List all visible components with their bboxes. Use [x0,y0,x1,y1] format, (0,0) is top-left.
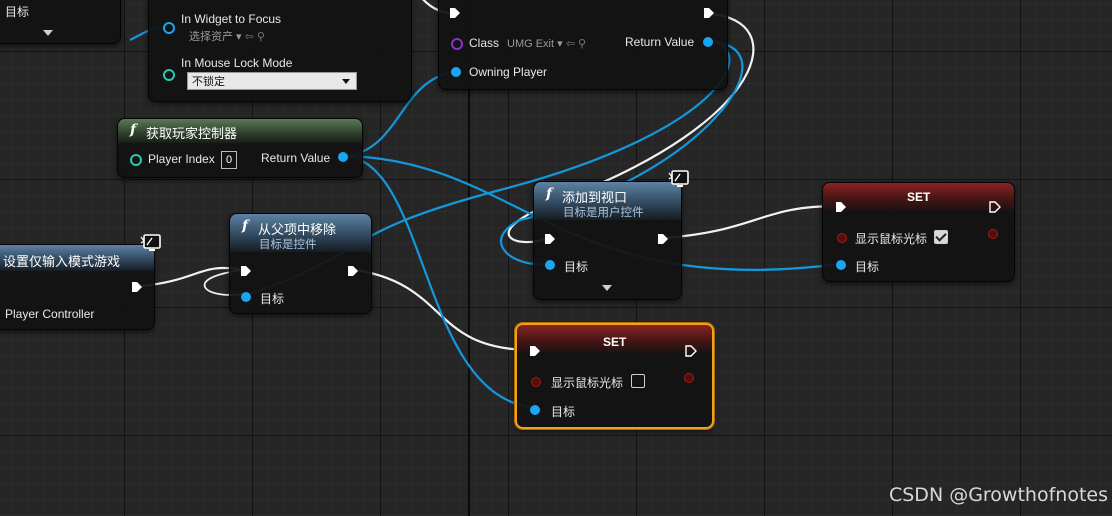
player-controller-label: Player Controller [5,307,95,321]
node-subtitle: 目标是控件 [259,239,317,251]
show-cursor-checkbox[interactable] [631,374,645,388]
search-icon[interactable]: ⚲ [257,31,265,43]
return-value-pin[interactable] [703,37,713,47]
return-value-label: Return Value [625,35,695,49]
return-value-pin[interactable] [338,152,348,162]
exec-in-pin[interactable] [529,345,541,357]
in-widget-to-focus-pin[interactable] [163,22,175,34]
player-index-label: Player Index [148,152,215,166]
exec-out-pin[interactable] [657,233,669,245]
class-label: Class [469,36,500,50]
arrow-left-icon[interactable]: ⇦ [245,31,254,43]
asset-picker[interactable]: 选择资产 ▾ ⇦ ⚲ [189,28,265,44]
function-icon: f [242,218,249,234]
top-left-node[interactable]: 目标 [0,0,121,44]
show-cursor-out-pin[interactable] [684,373,694,383]
arrow-left-icon[interactable]: ⇦ [566,38,575,50]
exec-in-pin[interactable] [449,7,461,19]
in-widget-to-focus-label: In Widget to Focus [181,12,282,26]
show-cursor-in-pin[interactable] [531,377,541,387]
target-label: 目标 [855,260,880,274]
set-input-mode-game-node[interactable]: 设置仅输入模式游戏 Player Controller [0,244,155,330]
exec-in-pin[interactable] [544,233,556,245]
obj-wire-controller-to-set-bottom [345,154,538,410]
create-widget-node[interactable]: Class UMG Exit ▾ ⇦ ⚲ Return Value Owning… [438,0,728,90]
latent-screen-icon [668,170,689,187]
function-icon: f [130,122,137,138]
show-cursor-label: 显示鼠标光标 [551,376,624,390]
add-to-viewport-node[interactable]: f 添加到视口 目标是用户控件 目标 [533,181,682,300]
mouse-lock-mode-dropdown[interactable]: 不锁定 [187,72,357,90]
exec-wire-add-to-set-top [664,204,839,240]
function-icon: f [546,186,553,202]
node-title: 设置仅输入模式游戏 [3,254,121,269]
node-title: 获取玩家控制器 [146,126,238,141]
remove-from-parent-node[interactable]: f 从父项中移除 目标是控件 目标 [229,213,372,314]
watermark: CSDN @Growthofnotes [888,484,1108,506]
set-show-cursor-node-top[interactable]: SET 显示鼠标光标 目标 [822,182,1015,282]
show-cursor-out-pin[interactable] [988,229,998,239]
node-subtitle: 目标是用户控件 [563,207,644,219]
get-player-controller-node[interactable]: f 获取玩家控制器 Player Index 0 Return Value [117,118,363,178]
player-index-pin[interactable] [130,154,142,166]
show-cursor-checkbox[interactable] [934,230,948,244]
target-pin[interactable] [836,260,846,270]
chevron-down-icon [342,79,350,84]
exec-out-pin[interactable] [703,7,715,19]
latent-screen-icon [140,234,161,251]
target-label: 目标 [260,292,285,306]
class-picker[interactable]: UMG Exit ▾ ⇦ ⚲ [507,37,586,50]
in-mouse-lock-mode-label: In Mouse Lock Mode [181,56,293,70]
target-label: 目标 [551,405,576,419]
owning-player-pin[interactable] [451,67,461,77]
show-cursor-label: 显示鼠标光标 [855,232,928,246]
exec-wire-remove-to-set-bottom [355,268,534,352]
node-title: SET [907,190,931,204]
owning-player-label: Owning Player [469,65,548,79]
exec-out-pin[interactable] [347,265,359,277]
player-index-input[interactable]: 0 [221,151,237,169]
expand-arrow-icon[interactable] [602,285,612,291]
node-title: SET [603,335,627,349]
set-input-mode-ui-node[interactable]: In Widget to Focus 选择资产 ▾ ⇦ ⚲ In Mouse L… [148,0,412,102]
expand-arrow-icon[interactable] [43,30,53,36]
target-label: 目标 [564,260,589,274]
in-mouse-lock-mode-pin[interactable] [163,69,175,81]
exec-in-pin[interactable] [240,265,252,277]
exec-out-pin[interactable] [131,281,143,293]
set-show-cursor-node-bottom[interactable]: SET 显示鼠标光标 目标 [515,323,714,429]
target-pin[interactable] [530,405,540,415]
exec-out-pin[interactable] [685,345,697,357]
top-left-target-label: 目标 [5,5,30,19]
exec-out-pin[interactable] [989,201,1001,213]
exec-in-pin[interactable] [835,201,847,213]
target-pin[interactable] [241,292,251,302]
search-icon[interactable]: ⚲ [578,38,586,50]
return-value-label: Return Value [261,151,331,165]
class-pin[interactable] [451,38,463,50]
target-pin[interactable] [545,260,555,270]
exec-wire-input-to-remove [141,266,244,288]
show-cursor-in-pin[interactable] [837,233,847,243]
